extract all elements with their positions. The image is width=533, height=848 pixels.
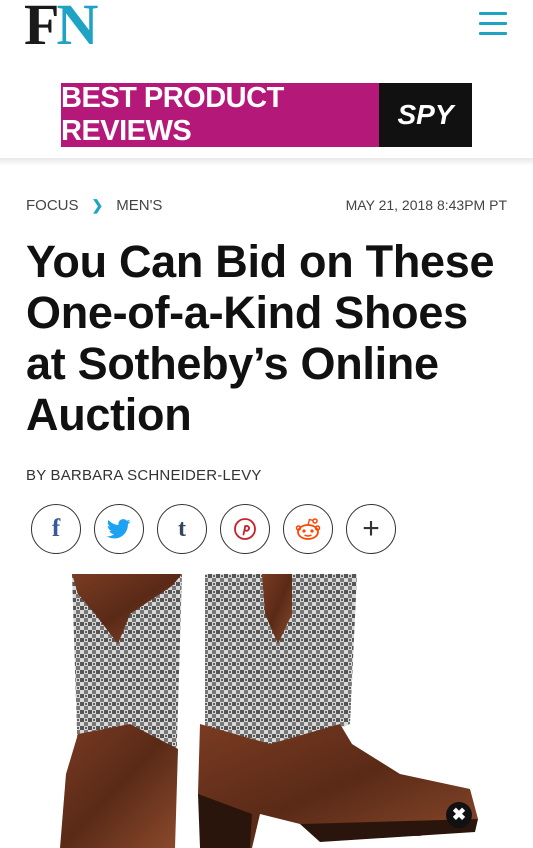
- divider: [0, 158, 533, 166]
- header: FN: [0, 0, 533, 60]
- article-title: You Can Bid on These One-of-a-Kind Shoes…: [26, 236, 495, 440]
- share-bar: f t +: [31, 504, 409, 554]
- byline[interactable]: BY BARBARA SCHNEIDER-LEVY: [26, 467, 262, 484]
- reddit-icon[interactable]: [283, 504, 333, 554]
- plus-glyph: +: [362, 512, 380, 545]
- breadcrumb-mens[interactable]: MEN'S: [116, 197, 162, 214]
- plus-icon[interactable]: +: [346, 504, 396, 554]
- publish-date: MAY 21, 2018 8:43PM PT: [345, 197, 507, 213]
- facebook-icon[interactable]: f: [31, 504, 81, 554]
- facebook-glyph: f: [51, 515, 61, 542]
- twitter-bird: [107, 519, 131, 539]
- ad-text: BEST PRODUCT REVIEWS: [61, 82, 379, 147]
- logo-letter-f: F: [24, 0, 59, 57]
- ad-banner[interactable]: BEST PRODUCT REVIEWS SPY: [61, 82, 472, 147]
- breadcrumb-focus[interactable]: FOCUS: [26, 197, 79, 214]
- chevron-right-icon: ❯: [91, 197, 104, 213]
- hamburger-menu-icon[interactable]: [479, 12, 507, 38]
- reddit-alien: [295, 518, 321, 540]
- tumblr-icon[interactable]: t: [157, 504, 207, 554]
- logo-letter-n: N: [56, 0, 98, 57]
- twitter-icon[interactable]: [94, 504, 144, 554]
- pinterest-mark: [234, 518, 256, 540]
- pinterest-icon[interactable]: [220, 504, 270, 554]
- tumblr-glyph: t: [178, 515, 186, 542]
- spy-logo: SPY: [379, 83, 472, 147]
- fn-logo[interactable]: FN: [24, 0, 98, 54]
- breadcrumb: FOCUS ❯ MEN'S: [26, 197, 162, 214]
- close-icon[interactable]: ✖: [446, 802, 472, 828]
